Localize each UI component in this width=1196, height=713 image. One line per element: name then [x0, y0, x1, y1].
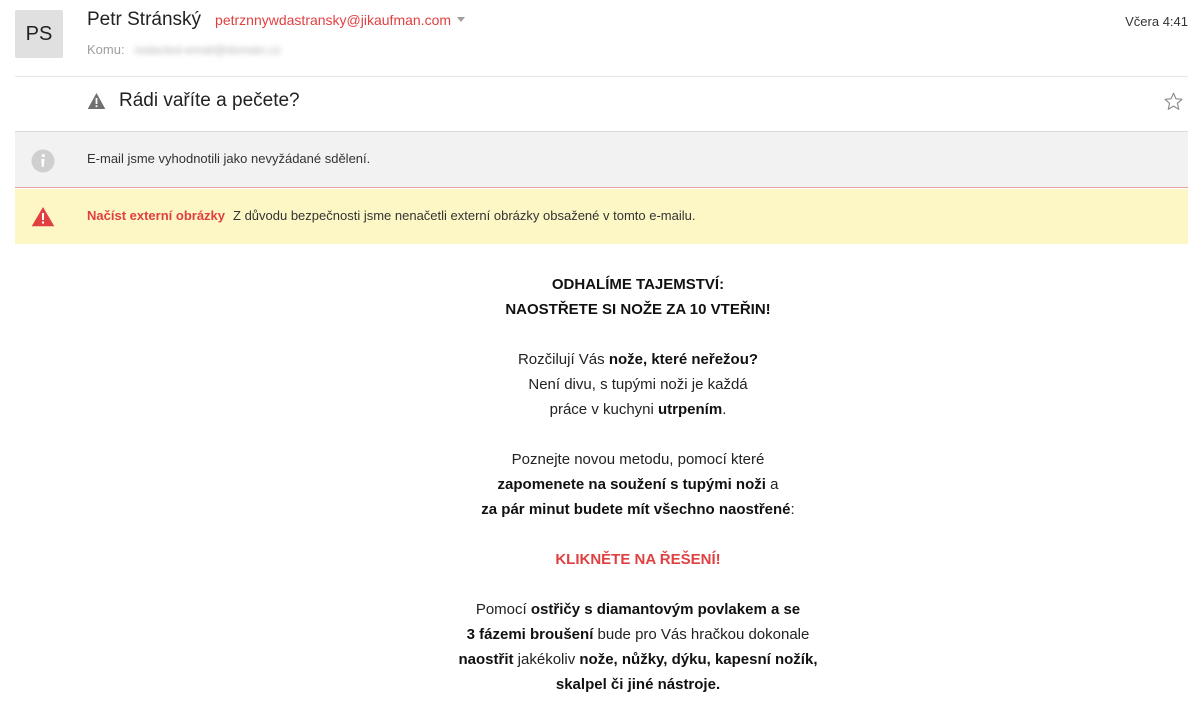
info-circle-icon: [31, 149, 55, 173]
body-text: jakékoliv: [513, 651, 580, 668]
cta-link[interactable]: KLIKNĚTE NA ŘEŠENÍ!: [555, 551, 720, 568]
warning-triangle-red-icon: [31, 207, 55, 227]
body-paragraph-3-line-1: Pomocí ostřičy s diamantovým povlakem a …: [238, 597, 1038, 622]
spam-notice-bar: E-mail jsme vyhodnotili jako nevyžádané …: [15, 131, 1188, 188]
external-images-message: Z důvodu bezpečnosti jsme nenačetli exte…: [233, 208, 696, 223]
body-bold-text: skalpel či jiné nástroje.: [555, 676, 721, 693]
body-text: :: [790, 501, 795, 518]
external-images-bar: Načíst externí obrázky Z důvodu bezpečnos…: [15, 189, 1188, 244]
body-headline-1: ODHALÍME TAJEMSTVÍ:: [551, 276, 725, 293]
body-text: Rozčilují Vás: [517, 351, 609, 368]
body-paragraph-2-line-1: Poznejte novou metodu, pomocí které: [511, 451, 765, 468]
subject-title: Rádi vaříte a pečete?: [119, 90, 300, 111]
body-paragraph-3-line-4: skalpel či jiné nástroje.: [238, 672, 1038, 697]
star-outline-icon[interactable]: [1163, 91, 1184, 112]
recipient-row: Komu: redacted-email@domain.cz: [87, 42, 281, 57]
body-paragraph-1-line-1: Rozčilují Vás nože, které neřežou?: [238, 347, 1038, 372]
body-paragraph-1-line-3: práce v kuchyni utrpením.: [238, 397, 1038, 422]
sender-row: Petr Stránský petrznnywdastransky@jikauf…: [87, 9, 466, 31]
spam-notice-text: E-mail jsme vyhodnotili jako nevyžádané …: [87, 151, 371, 166]
message-header: PS Petr Stránský petrznnywdastransky@jik…: [0, 0, 1196, 77]
load-external-images-link[interactable]: Načíst externí obrázky: [87, 208, 225, 223]
sender-email[interactable]: petrznnywdastransky@jikaufman.com: [215, 12, 451, 28]
body-bold-text: ostřičy s diamantovým povlakem a se: [530, 601, 801, 618]
body-bold-text: zapomenete na soužení s tupými noži: [497, 476, 766, 493]
subject-row: Rádi vaříte a pečete?: [0, 77, 1196, 131]
message-timestamp: Včera 4:41: [1125, 14, 1188, 29]
avatar: PS: [15, 10, 63, 58]
body-headline-2: NAOSTŘETE SI NOŽE ZA 10 VTEŘIN!: [505, 301, 771, 318]
recipient-value: redacted-email@domain.cz: [134, 42, 281, 57]
external-images-row: Načíst externí obrázky Z důvodu bezpečnos…: [87, 208, 695, 223]
body-text: Pomocí: [475, 601, 531, 618]
recipient-label: Komu:: [87, 42, 125, 57]
chevron-down-icon[interactable]: [457, 17, 466, 22]
body-bold-text: naostřit: [458, 651, 514, 668]
warning-triangle-icon: [87, 93, 106, 109]
sender-name: Petr Stránský: [87, 9, 202, 30]
body-bold-text: za pár minut budete mít všechno naostřen…: [481, 501, 791, 518]
body-paragraph-3-line-2: 3 fázemi broušení bude pro Vás hračkou d…: [238, 622, 1038, 647]
body-text: a: [765, 476, 779, 493]
body-paragraph-1-line-2: Není divu, s tupými noži je každá: [528, 376, 748, 393]
email-body: ODHALÍME TAJEMSTVÍ: NAOSTŘETE SI NOŽE ZA…: [238, 272, 1038, 697]
body-paragraph-2-line-3: za pár minut budete mít všechno naostřen…: [238, 497, 1038, 522]
body-bold-text: utrpením: [658, 401, 723, 418]
body-bold-text: nože, které neřežou?: [608, 351, 759, 368]
body-bold-text: 3 fázemi broušení: [466, 626, 594, 643]
body-text: bude pro Vás hračkou dokonale: [593, 626, 810, 643]
body-text: práce v kuchyni: [549, 401, 659, 418]
body-paragraph-3-line-3: naostřit jakékoliv nože, nůžky, dýku, ka…: [238, 647, 1038, 672]
body-paragraph-2-line-2: zapomenete na soužení s tupými noži a: [238, 472, 1038, 497]
body-text: .: [722, 401, 727, 418]
body-bold-text: nože, nůžky, dýku, kapesní nožík,: [579, 651, 818, 668]
